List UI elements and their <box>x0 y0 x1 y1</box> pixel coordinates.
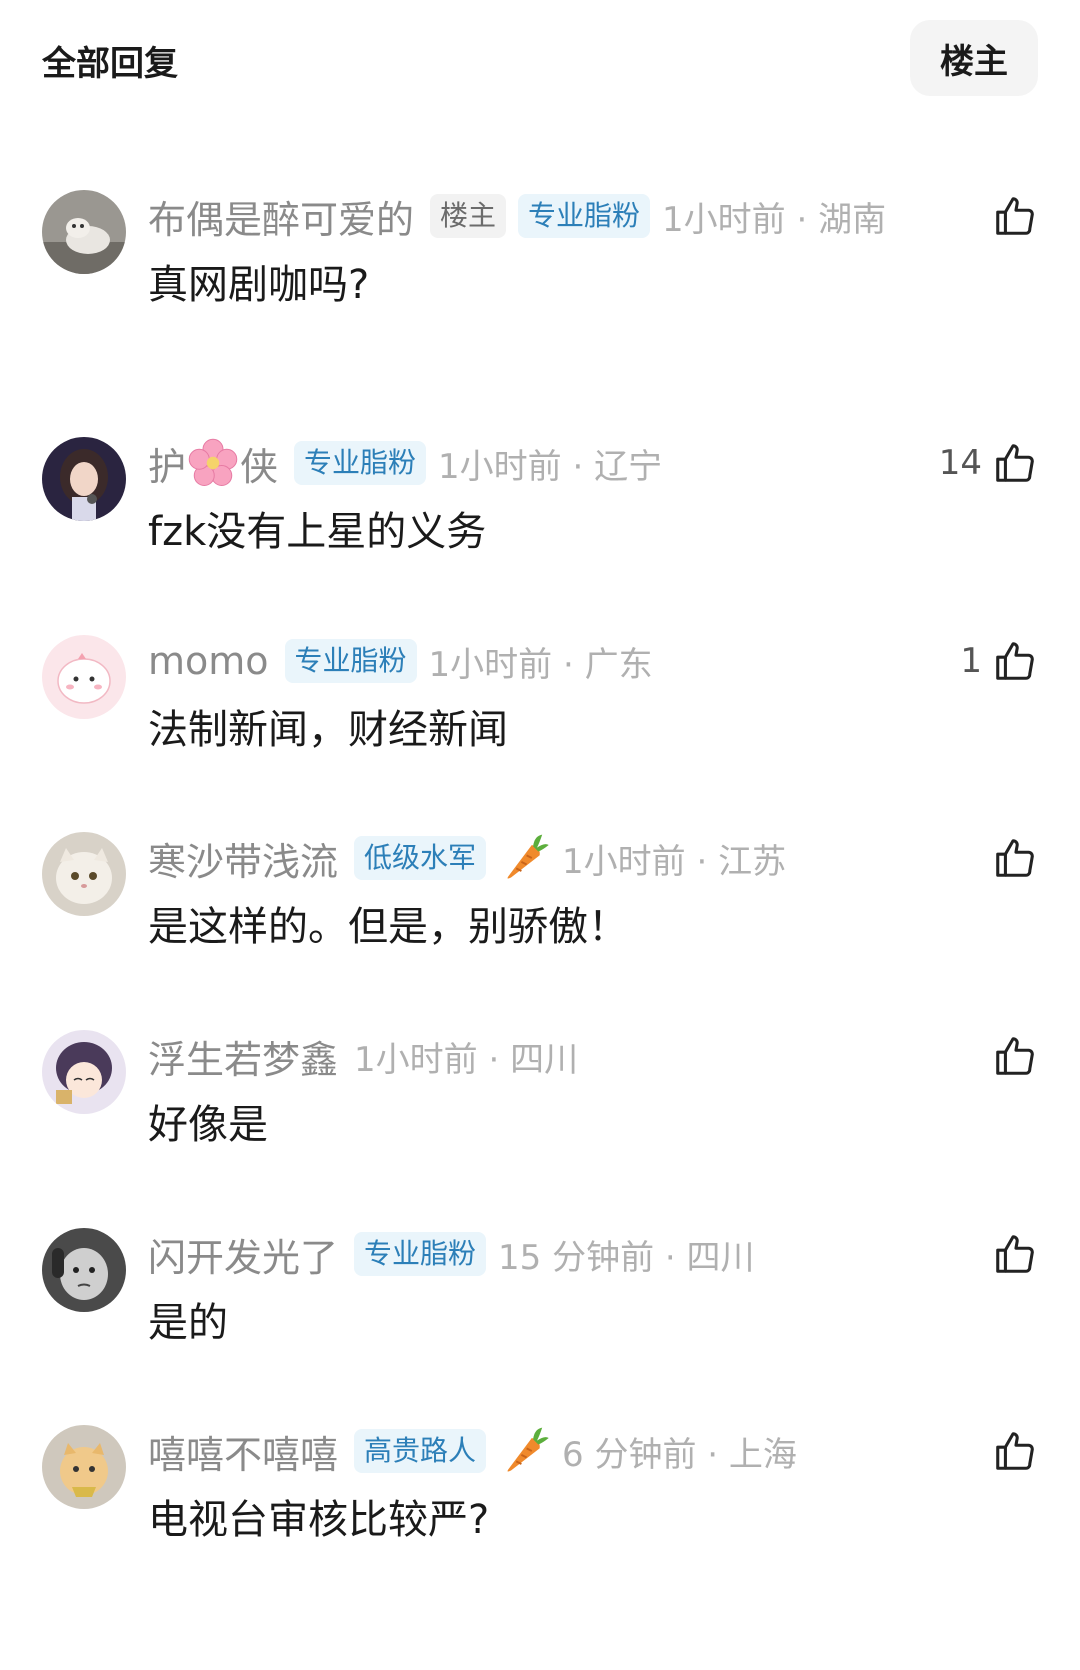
cherry-blossom-icon <box>188 438 238 486</box>
comment-item: 布偶是醉可爱的 楼主 专业脂粉 1小时前 · 湖南 真网剧咖吗? <box>0 190 1080 340</box>
time-location: 6 分钟前 · 上海 <box>562 1434 797 1475</box>
username[interactable]: 浮生若梦鑫 <box>148 1029 338 1084</box>
comment-item: 护 侠 专业脂粉 1小时前 · 辽宁 fzk没有上星的义务 14 <box>0 437 1080 587</box>
like-count: 1 <box>960 641 982 681</box>
carrot-icon <box>507 834 549 879</box>
comment-meta: 布偶是醉可爱的 楼主 专业脂粉 1小时前 · 湖南 <box>148 190 886 242</box>
comment-item: 寒沙带浅流 低级水军 1小时前 · 江苏 是这样的。但是，别骄傲！ <box>0 832 1080 982</box>
comment-meta: 护 侠 专业脂粉 1小时前 · 辽宁 <box>148 437 662 489</box>
avatar[interactable] <box>42 437 126 521</box>
fan-level-badge: 专业脂粉 <box>518 194 651 238</box>
username[interactable]: 布偶是醉可爱的 <box>148 189 414 244</box>
username[interactable]: momo <box>148 639 269 683</box>
avatar[interactable] <box>42 635 126 719</box>
avatar[interactable] <box>42 1425 126 1509</box>
carrot-icon <box>507 1427 549 1472</box>
replies-header: 全部回复 楼主 <box>0 0 1080 110</box>
comment-meta: momo 专业脂粉 1小时前 · 广东 <box>148 635 653 687</box>
comment-item: 浮生若梦鑫 1小时前 · 四川 好像是 <box>0 1030 1080 1180</box>
avatar[interactable] <box>42 190 126 274</box>
thumbs-up-icon <box>996 642 1034 680</box>
comment-meta: 闪开发光了 专业脂粉 15 分钟前 · 四川 <box>148 1228 755 1280</box>
like-button[interactable] <box>982 190 1038 242</box>
op-badge: 楼主 <box>430 194 507 238</box>
like-button[interactable] <box>982 1228 1038 1280</box>
comment-text[interactable]: 是这样的。但是，别骄傲！ <box>148 894 628 952</box>
comment-text[interactable]: 法制新闻，财经新闻 <box>148 697 508 755</box>
comment-item: momo 专业脂粉 1小时前 · 广东 法制新闻，财经新闻 1 <box>0 635 1080 785</box>
thumbs-up-icon <box>996 1037 1034 1075</box>
fan-level-badge: 高贵路人 <box>354 1429 487 1473</box>
like-button[interactable] <box>982 1030 1038 1082</box>
fan-level-badge: 专业脂粉 <box>284 639 417 683</box>
comment-meta: 浮生若梦鑫 1小时前 · 四川 <box>148 1030 578 1082</box>
like-button[interactable] <box>982 1425 1038 1477</box>
time-location: 1小时前 · 广东 <box>428 644 653 685</box>
comment-text[interactable]: 真网剧咖吗? <box>148 252 369 310</box>
like-button[interactable]: 14 <box>939 437 1038 489</box>
fan-level-badge: 专业脂粉 <box>294 441 427 485</box>
thumbs-up-icon <box>996 1235 1034 1273</box>
like-button[interactable]: 1 <box>960 635 1038 687</box>
time-location: 1小时前 · 江苏 <box>562 841 787 882</box>
comment-text[interactable]: fzk没有上星的义务 <box>148 499 486 557</box>
comment-item: 闪开发光了 专业脂粉 15 分钟前 · 四川 是的 <box>0 1228 1080 1378</box>
like-count: 14 <box>938 443 982 483</box>
thumbs-up-icon <box>996 839 1034 877</box>
comment-meta: 寒沙带浅流 低级水军 1小时前 · 江苏 <box>148 832 786 884</box>
fan-level-badge: 专业脂粉 <box>354 1232 487 1276</box>
time-location: 15 分钟前 · 四川 <box>498 1237 755 1278</box>
avatar[interactable] <box>42 832 126 916</box>
page-title: 全部回复 <box>42 44 178 84</box>
comment-meta: 嘻嘻不嘻嘻 高贵路人 6 分钟前 · 上海 <box>148 1425 797 1477</box>
comment-text[interactable]: 好像是 <box>148 1092 268 1150</box>
thumbs-up-icon <box>996 197 1034 235</box>
comment-item: 嘻嘻不嘻嘻 高贵路人 6 分钟前 · 上海 电视台审核比较严? <box>0 1425 1080 1575</box>
avatar[interactable] <box>42 1228 126 1312</box>
like-button[interactable] <box>982 832 1038 884</box>
fan-level-badge: 低级水军 <box>354 836 487 880</box>
time-location: 1小时前 · 辽宁 <box>438 446 663 487</box>
username[interactable]: 护 侠 <box>148 436 278 491</box>
comment-text[interactable]: 是的 <box>148 1290 228 1348</box>
username[interactable]: 闪开发光了 <box>148 1227 338 1282</box>
username[interactable]: 寒沙带浅流 <box>148 831 338 886</box>
op-only-filter-button[interactable]: 楼主 <box>910 20 1038 96</box>
avatar[interactable] <box>42 1030 126 1114</box>
thumbs-up-icon <box>996 444 1034 482</box>
comment-text[interactable]: 电视台审核比较严? <box>148 1487 489 1545</box>
username[interactable]: 嘻嘻不嘻嘻 <box>148 1424 338 1479</box>
thumbs-up-icon <box>996 1432 1034 1470</box>
time-location: 1小时前 · 湖南 <box>662 199 887 240</box>
time-location: 1小时前 · 四川 <box>354 1039 579 1080</box>
